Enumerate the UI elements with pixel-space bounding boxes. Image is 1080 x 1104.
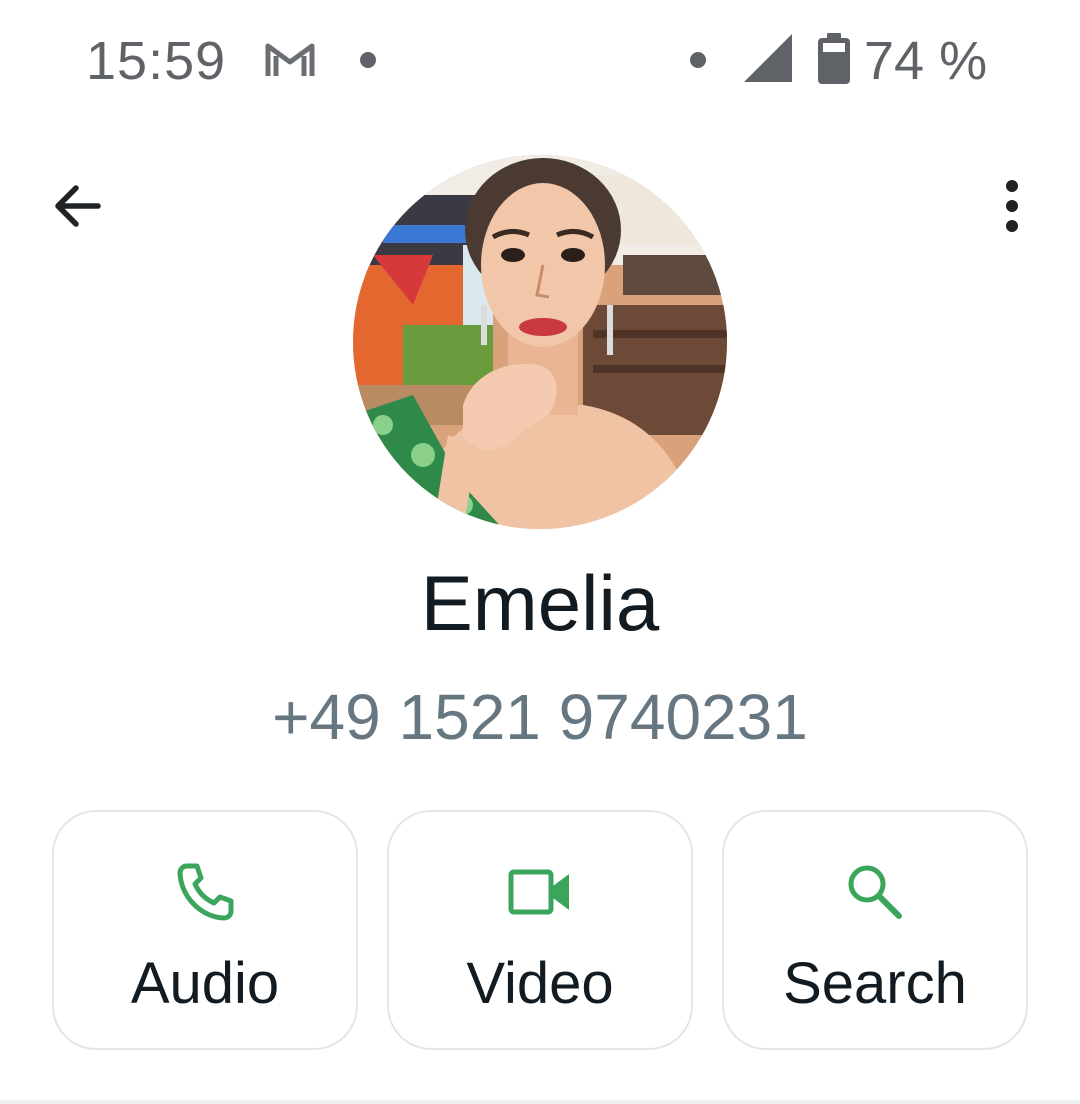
contact-avatar[interactable] [353, 155, 727, 529]
search-button[interactable]: Search [722, 810, 1028, 1050]
status-dot-icon [690, 52, 706, 68]
contact-info-screen: 15:59 74 % Emelia +49 1521 9740231 Audio… [0, 0, 1080, 1104]
contact-phone-number[interactable]: +49 1521 9740231 [0, 680, 1080, 754]
phone-icon [54, 860, 356, 924]
video-call-button[interactable]: Video [387, 810, 693, 1050]
video-camera-icon [389, 860, 691, 924]
signal-icon [742, 32, 794, 84]
more-vert-icon [1006, 180, 1018, 232]
audio-label: Audio [130, 951, 280, 1016]
notification-dot-icon [360, 52, 376, 68]
more-options-button[interactable] [976, 168, 1048, 244]
back-arrow-icon [55, 185, 101, 227]
back-button[interactable] [40, 170, 112, 242]
battery-percentage: 74 % [864, 31, 988, 91]
search-label: Search [783, 951, 967, 1016]
video-label: Video [466, 951, 614, 1016]
status-time: 15:59 [86, 31, 227, 91]
battery-icon [816, 32, 852, 86]
contact-name: Emelia [420, 559, 660, 647]
search-icon [724, 860, 1026, 924]
section-divider [0, 1100, 1080, 1104]
audio-call-button[interactable]: Audio [52, 810, 358, 1050]
gmail-icon [264, 40, 316, 80]
